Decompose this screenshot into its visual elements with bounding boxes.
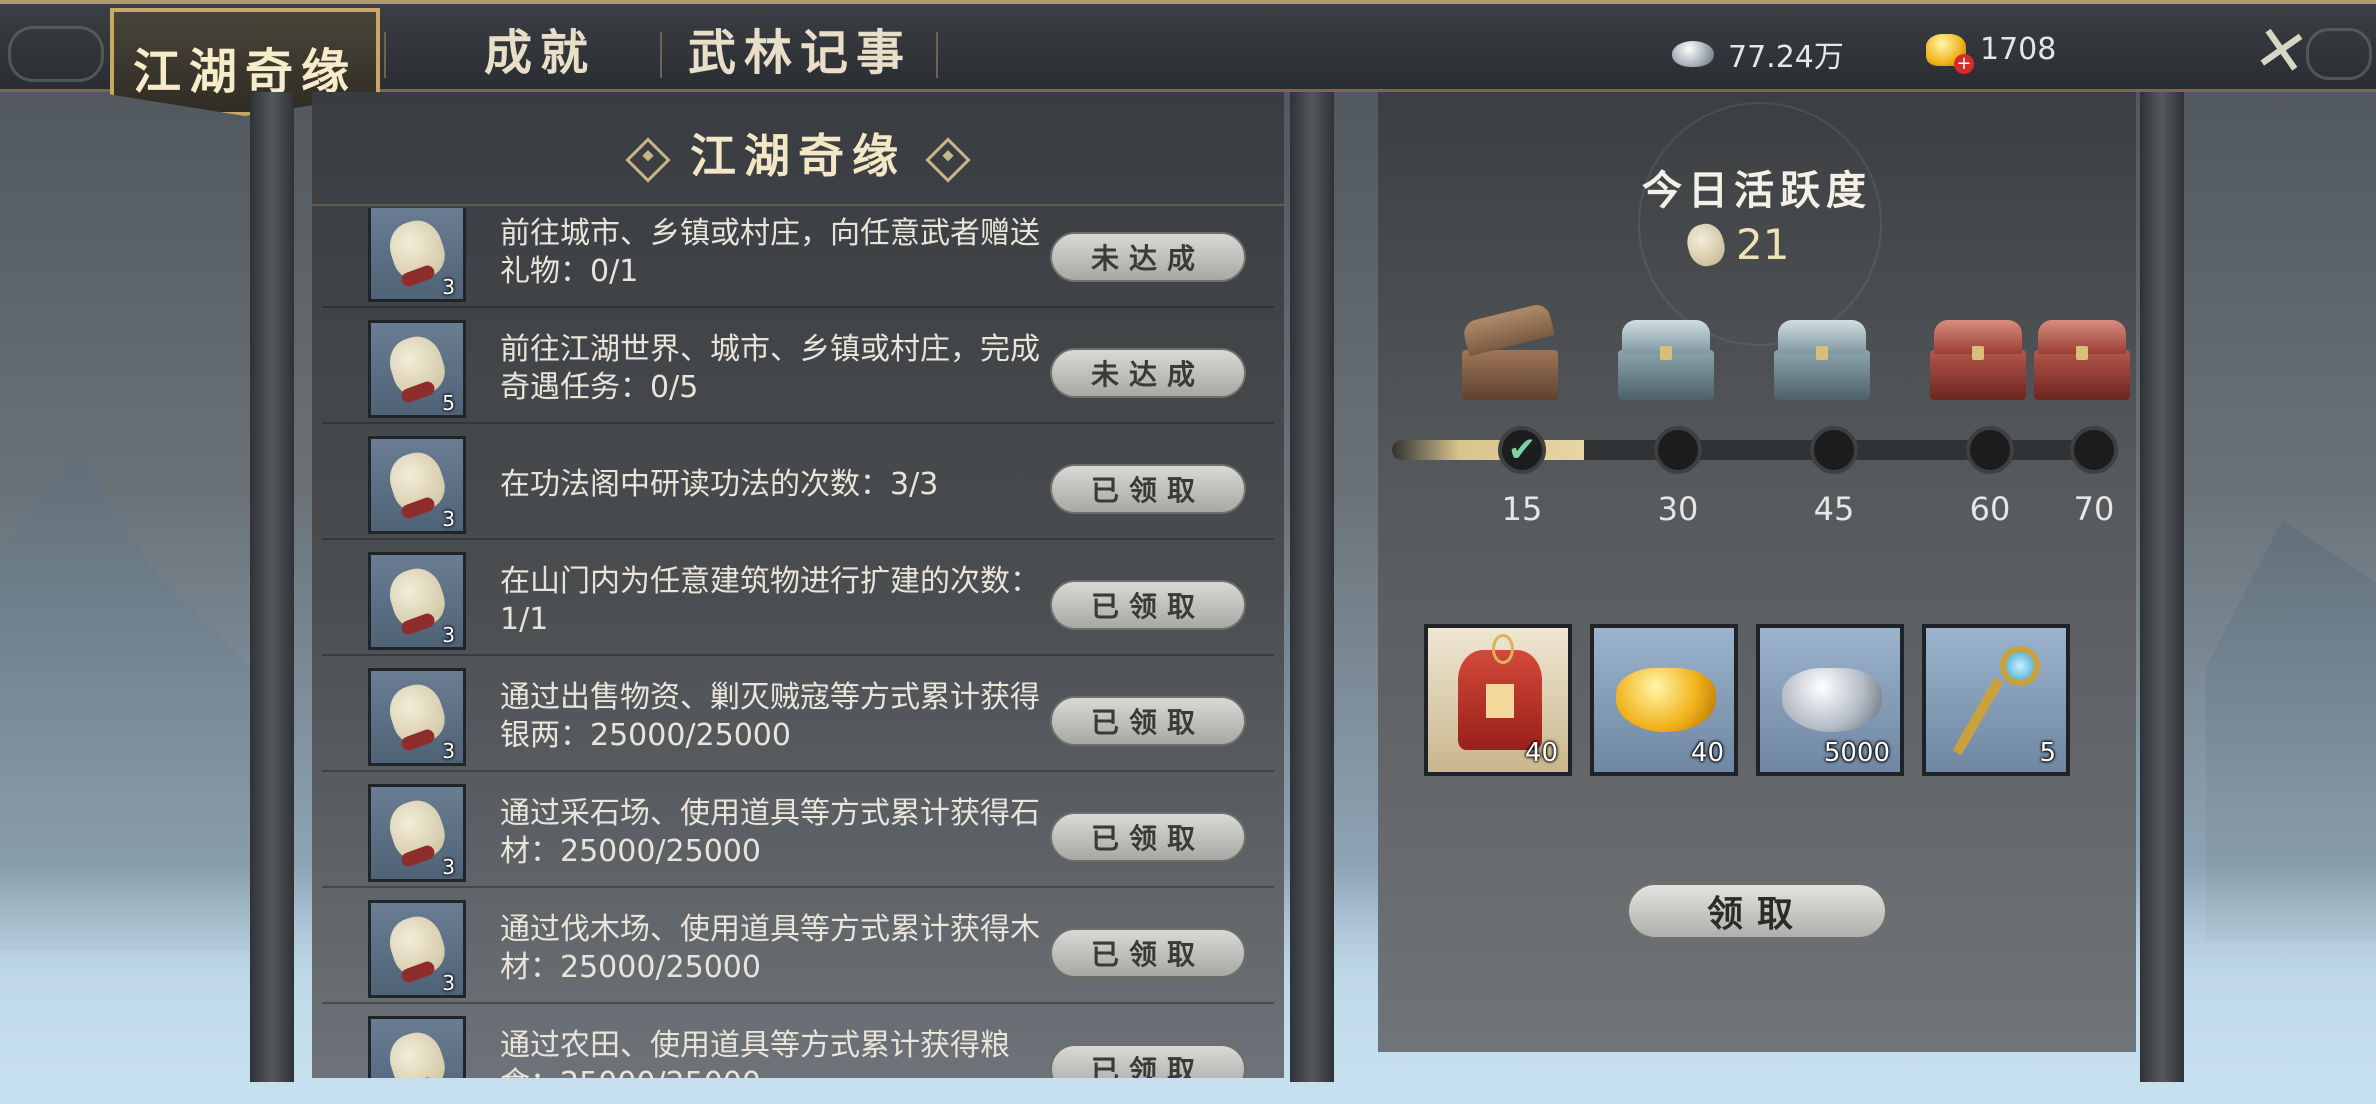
activity-title: 今日活跃度 <box>1642 167 1872 214</box>
task-status-button[interactable]: 未达成 <box>1050 232 1246 282</box>
tab-divider <box>660 32 662 78</box>
milestone-label: 30 <box>1657 490 1699 528</box>
tab-achievements[interactable]: 成就 <box>440 12 640 84</box>
tab-divider <box>384 32 386 78</box>
reward-chest-30[interactable] <box>1618 320 1714 400</box>
pouch-icon: 3 <box>368 900 466 998</box>
cloud-ornament-icon <box>2306 28 2372 80</box>
task-row: 3 通过农田、使用道具等方式累计获得粮食：25000/25000 已领取 <box>312 1008 1284 1078</box>
divider <box>312 204 1284 206</box>
reward-item[interactable]: 40 <box>1424 624 1572 776</box>
milestone-label: 15 <box>1501 490 1543 528</box>
panel-title: 江湖奇缘 <box>312 120 1284 186</box>
task-status-button[interactable]: 已领取 <box>1050 928 1246 978</box>
pouch-icon: 3 <box>368 436 466 534</box>
milestone-label: 70 <box>2073 490 2115 528</box>
silver-ingot-icon <box>1782 668 1882 732</box>
activity-value-row: 21 <box>1683 219 1790 270</box>
pouch-icon: 3 <box>368 668 466 766</box>
milestone-node <box>1654 426 1702 474</box>
gold-ingot-icon <box>1616 668 1716 732</box>
task-status-button[interactable]: 已领取 <box>1050 696 1246 746</box>
task-status-button[interactable]: 未达成 <box>1050 348 1246 398</box>
milestone-node <box>2070 426 2118 474</box>
silver-ingot-icon <box>1672 41 1714 67</box>
diamond-ornament-icon <box>925 137 971 183</box>
task-row: 3 在山门内为任意建筑物进行扩建的次数：1/1 已领取 <box>312 544 1284 656</box>
frame-pillar <box>2140 92 2184 1082</box>
reward-chest-45[interactable] <box>1774 320 1870 400</box>
reward-item[interactable]: 5000 <box>1756 624 1904 776</box>
task-status-button[interactable]: 已领取 <box>1050 580 1246 630</box>
milestone-label: 60 <box>1969 490 2011 528</box>
task-row: 3 通过采石场、使用道具等方式累计获得石材：25000/25000 已领取 <box>312 776 1284 888</box>
gold-amount: 1708 <box>1980 32 2057 67</box>
golden-key-icon <box>1952 646 2046 766</box>
activity-progress-fill <box>1392 440 1585 460</box>
milestone-label: 45 <box>1813 490 1855 528</box>
frame-pillar <box>1290 92 1334 1082</box>
cloud-ornament-icon <box>8 26 104 82</box>
gold-currency[interactable]: + 1708 <box>1926 32 2057 74</box>
silver-amount: 77.24万 <box>1728 40 1844 75</box>
top-bar: 江湖奇缘 成就 武林记事 77.24万 + 1708 ✕ <box>0 0 2376 116</box>
red-charm-icon <box>1458 634 1542 750</box>
reward-item[interactable]: 5 <box>1922 624 2070 776</box>
task-panel: 江湖奇缘 3 前往城市、乡镇或村庄，向任意武者赠送礼物：0/1 未达成 5 前往… <box>312 92 1284 1078</box>
claim-button[interactable]: 领取 <box>1626 882 1888 940</box>
task-description: 通过农田、使用道具等方式累计获得粮食：25000/25000 <box>500 1028 1010 1078</box>
pouch-icon: 5 <box>368 320 466 418</box>
silver-currency: 77.24万 <box>1672 32 1844 76</box>
reward-chest-70[interactable] <box>2034 320 2130 400</box>
pouch-icon: 3 <box>368 552 466 650</box>
task-status-button[interactable]: 已领取 <box>1050 812 1246 862</box>
task-description: 通过伐木场、使用道具等方式累计获得木材：25000/25000 <box>500 912 1040 985</box>
task-description: 在山门内为任意建筑物进行扩建的次数：1/1 <box>500 564 1040 637</box>
task-row: 3 在功法阁中研读功法的次数：3/3 已领取 <box>312 428 1284 540</box>
pouch-icon: 3 <box>368 208 466 302</box>
tab-divider <box>936 32 938 78</box>
task-list[interactable]: 3 前往城市、乡镇或村庄，向任意武者赠送礼物：0/1 未达成 5 前往江湖世界、… <box>312 208 1284 1078</box>
task-description: 通过出售物资、剿灭贼寇等方式累计获得银两：25000/25000 <box>500 680 1040 753</box>
task-description: 前往江湖世界、城市、乡镇或村庄，完成奇遇任务：0/5 <box>500 332 1040 405</box>
task-status-button[interactable]: 已领取 <box>1050 464 1246 514</box>
task-row: 3 通过伐木场、使用道具等方式累计获得木材：25000/25000 已领取 <box>312 892 1284 1004</box>
milestone-check-icon: ✔ <box>1498 426 1546 474</box>
reward-chest-60[interactable] <box>1930 320 2026 400</box>
reward-item[interactable]: 40 <box>1590 624 1738 776</box>
gold-ingot-plus-icon[interactable]: + <box>1926 33 1974 74</box>
task-status-button[interactable]: 已领取 <box>1050 1044 1246 1078</box>
activity-value: 21 <box>1736 220 1790 269</box>
diamond-ornament-icon <box>625 137 671 183</box>
milestone-node <box>1966 426 2014 474</box>
task-row: 3 通过出售物资、剿灭贼寇等方式累计获得银两：25000/25000 已领取 <box>312 660 1284 772</box>
frame-pillar <box>250 92 294 1082</box>
task-row: 3 前往城市、乡镇或村庄，向任意武者赠送礼物：0/1 未达成 <box>312 208 1284 308</box>
milestone-node <box>1810 426 1858 474</box>
task-description: 在功法阁中研读功法的次数：3/3 <box>500 467 939 502</box>
pouch-icon <box>1683 219 1729 270</box>
task-description: 通过采石场、使用道具等方式累计获得石材：25000/25000 <box>500 796 1040 869</box>
pouch-icon: 3 <box>368 784 466 882</box>
tab-wulin-records[interactable]: 武林记事 <box>665 12 935 84</box>
task-row: 5 前往江湖世界、城市、乡镇或村庄，完成奇遇任务：0/5 未达成 <box>312 312 1284 424</box>
activity-panel: 今日活跃度 21 ✔ 15 30 45 60 70 40 40 5000 5 领… <box>1378 92 2136 1052</box>
reward-chest-15[interactable] <box>1461 302 1558 400</box>
task-description: 前往城市、乡镇或村庄，向任意武者赠送礼物：0/1 <box>500 216 1040 289</box>
pouch-icon: 3 <box>368 1016 466 1078</box>
